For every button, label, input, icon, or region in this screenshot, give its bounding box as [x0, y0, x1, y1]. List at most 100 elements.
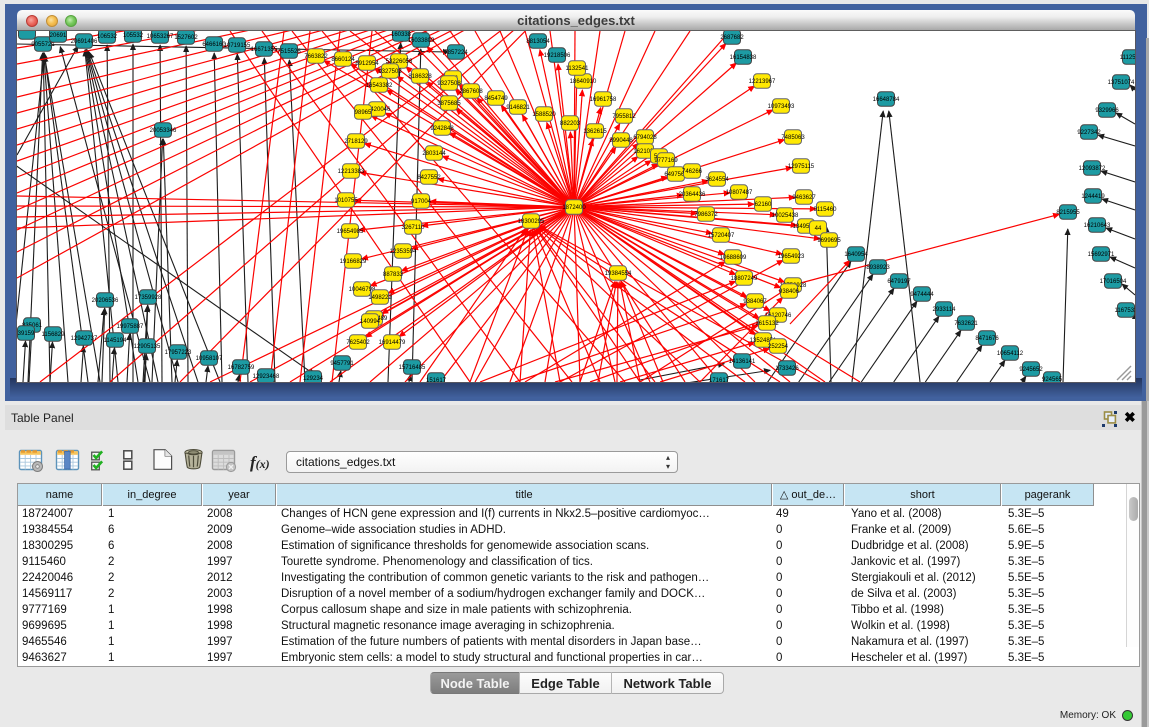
svg-text:252254: 252254	[768, 344, 789, 350]
svg-text:17359928: 17359928	[135, 295, 162, 301]
svg-text:1145194: 1145194	[104, 338, 128, 344]
svg-text:106532: 106532	[97, 34, 118, 40]
svg-text:18640910: 18640910	[570, 79, 597, 85]
svg-text:1498222: 1498222	[368, 295, 392, 301]
svg-text:2687682: 2687682	[720, 35, 744, 41]
svg-text:9474444: 9474444	[910, 292, 934, 298]
svg-text:16210643: 16210643	[1084, 223, 1111, 229]
svg-text:18807249: 18807249	[731, 276, 758, 282]
svg-text:17016504: 17016504	[1100, 279, 1127, 285]
svg-text:7485063: 7485063	[781, 135, 805, 141]
svg-text:16033809: 16033809	[408, 38, 435, 44]
svg-text:9055721: 9055721	[31, 42, 55, 48]
svg-text:39159: 39159	[18, 331, 35, 337]
svg-text:6794028: 6794028	[633, 135, 657, 141]
svg-text:13751074: 13751074	[1108, 80, 1135, 86]
svg-text:9146821: 9146821	[506, 105, 530, 111]
svg-text:8912954: 8912954	[355, 61, 379, 67]
svg-text:746266: 746266	[682, 169, 703, 175]
svg-text:19166829: 19166829	[340, 259, 367, 265]
svg-text:9329966: 9329966	[1095, 108, 1119, 114]
svg-text:7857224: 7857224	[444, 50, 468, 56]
svg-text:16914479: 16914479	[379, 340, 406, 346]
svg-text:8215955: 8215955	[1056, 210, 1080, 216]
svg-text:9327508: 9327508	[437, 81, 461, 87]
svg-text:9384067: 9384067	[743, 299, 767, 305]
svg-text:9699695: 9699695	[817, 238, 841, 244]
svg-text:917004: 917004	[411, 199, 432, 205]
svg-text:9227342: 9227342	[1077, 130, 1101, 136]
svg-text:19975887: 19975887	[117, 324, 144, 330]
svg-text:15692971: 15692971	[1088, 252, 1115, 258]
svg-text:882203: 882203	[560, 121, 581, 127]
svg-text:3267110: 3267110	[402, 225, 426, 231]
svg-text:6479197: 6479197	[887, 279, 911, 285]
svg-text:16543382: 16543382	[366, 83, 393, 89]
svg-text:1733426: 1733426	[775, 366, 799, 372]
svg-text:20691406: 20691406	[71, 39, 98, 45]
svg-text:14136141: 14136141	[729, 359, 756, 365]
svg-text:924565: 924565	[1042, 377, 1063, 382]
svg-text:9327503: 9327503	[378, 69, 402, 75]
svg-text:151617: 151617	[426, 378, 447, 382]
svg-text:1167533: 1167533	[1115, 308, 1135, 314]
svg-text:9777169: 9777169	[654, 158, 678, 164]
svg-text:8990448: 8990448	[609, 138, 633, 144]
svg-text:140994: 140994	[360, 319, 381, 325]
svg-text:98965: 98965	[355, 110, 372, 116]
svg-text:8938923: 8938923	[866, 265, 890, 271]
svg-text:10025438: 10025438	[772, 213, 799, 219]
svg-text:1872400: 1872400	[562, 205, 586, 211]
svg-text:7986372: 7986372	[694, 212, 718, 218]
svg-text:16648784: 16648784	[873, 97, 900, 103]
svg-text:3624554: 3624554	[705, 177, 729, 183]
svg-text:1362615: 1362615	[583, 129, 607, 135]
svg-text:19384554: 19384554	[605, 271, 632, 277]
svg-text:10719155: 10719155	[224, 43, 251, 49]
svg-text:8454749: 8454749	[484, 96, 508, 102]
svg-text:2718129: 2718129	[344, 139, 368, 145]
svg-text:16671355: 16671355	[251, 47, 278, 53]
svg-text:1156829: 1156829	[42, 332, 66, 338]
svg-text:15716485: 15716485	[399, 365, 426, 371]
svg-text:12213383: 12213383	[338, 169, 365, 175]
svg-text:16154838: 16154838	[730, 55, 757, 61]
svg-text:20364436: 20364436	[679, 192, 706, 198]
svg-text:9457791: 9457791	[330, 361, 354, 367]
svg-text:8427552: 8427552	[417, 175, 441, 181]
svg-text:9115460: 9115460	[814, 207, 838, 213]
svg-text:8471676: 8471676	[975, 336, 999, 342]
svg-text:887833: 887833	[383, 272, 404, 278]
svg-text:62160: 62160	[755, 202, 772, 208]
svg-text:3875685: 3875685	[437, 101, 461, 107]
svg-text:8660124: 8660124	[331, 57, 355, 63]
svg-text:10688609: 10688609	[720, 255, 747, 261]
svg-text:8186328: 8186328	[408, 74, 432, 80]
svg-text:938406: 938406	[779, 289, 800, 295]
svg-text:12213967: 12213967	[749, 79, 776, 85]
svg-text:f(x): f(x)	[250, 453, 270, 472]
svg-text:20206536: 20206536	[92, 298, 119, 304]
svg-text:10653267: 10653267	[147, 34, 174, 40]
svg-text:1640954: 1640954	[844, 252, 868, 258]
svg-text:1112541: 1112541	[1120, 55, 1135, 61]
svg-text:19654923: 19654923	[778, 254, 805, 260]
svg-text:7663822: 7663822	[304, 54, 328, 60]
svg-text:10807487: 10807487	[726, 190, 753, 196]
svg-text:19218506: 19218506	[544, 53, 571, 59]
svg-text:171617: 171617	[709, 378, 730, 382]
svg-text:1244419: 1244419	[1081, 194, 1105, 200]
svg-text:16782759: 16782759	[228, 365, 255, 371]
svg-text:9463627: 9463627	[792, 195, 816, 201]
svg-text:7632621: 7632621	[954, 321, 978, 327]
svg-text:1010755: 1010755	[334, 198, 358, 204]
svg-text:19654985: 19654985	[337, 229, 364, 235]
svg-text:7515526: 7515526	[277, 49, 301, 55]
svg-text:20053346: 20053346	[150, 128, 177, 134]
svg-text:15720407: 15720407	[708, 233, 735, 239]
svg-text:16961758: 16961758	[590, 97, 617, 103]
svg-text:8813054: 8813054	[526, 39, 550, 45]
svg-text:10973493: 10973493	[768, 104, 795, 110]
svg-text:1132541: 1132541	[566, 66, 590, 72]
svg-text:1527602: 1527602	[174, 35, 198, 41]
